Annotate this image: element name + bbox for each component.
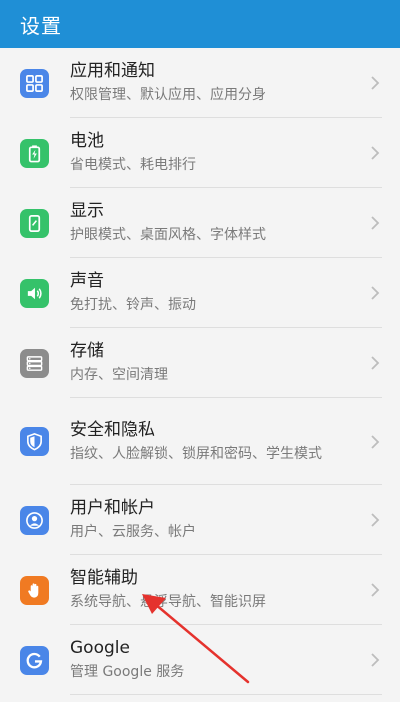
- settings-item-subtitle: 系统导航、悬浮导航、智能识屏: [70, 594, 266, 610]
- chevron-right-icon: [371, 286, 380, 300]
- settings-item-subtitle: 省电模式、耗电排行: [70, 157, 196, 173]
- display-icon: [20, 208, 49, 238]
- settings-item-apps-notifications[interactable]: 应用和通知 权限管理、默认应用、应用分身: [0, 48, 400, 118]
- chevron-right-icon: [371, 356, 380, 370]
- settings-item-users-accounts[interactable]: 用户和帐户 用户、云服务、帐户: [0, 485, 400, 555]
- settings-item-title: 安全和隐私: [70, 419, 155, 440]
- settings-item-google[interactable]: Google 管理 Google 服务: [0, 625, 400, 695]
- settings-item-title: 存储: [70, 341, 104, 361]
- battery-icon: [20, 138, 49, 168]
- chevron-right-icon: [371, 513, 380, 527]
- settings-item-title: 应用和通知: [70, 61, 155, 81]
- settings-item-title: 电池: [70, 131, 104, 151]
- speaker-icon: [20, 278, 49, 308]
- chevron-right-icon: [371, 434, 380, 449]
- settings-screen: 设置 应用和通知 权限管理、默认应用、应用分身 电池 省电模式、耗电排行 显示 …: [0, 0, 400, 702]
- apps-grid-icon: [20, 68, 49, 98]
- page-title: 设置: [20, 13, 62, 38]
- shield-icon: [20, 427, 49, 456]
- settings-item-subtitle: 护眼模式、桌面风格、字体样式: [70, 227, 266, 243]
- google-icon: [20, 645, 49, 675]
- settings-item-smart-assist[interactable]: 智能辅助 系统导航、悬浮导航、智能识屏: [0, 555, 400, 625]
- chevron-right-icon: [371, 76, 380, 90]
- settings-item-title: Google: [70, 638, 130, 658]
- storage-icon: [20, 348, 49, 378]
- chevron-right-icon: [371, 216, 380, 230]
- settings-list: 应用和通知 权限管理、默认应用、应用分身 电池 省电模式、耗电排行 显示 护眼模…: [0, 48, 400, 695]
- settings-item-display[interactable]: 显示 护眼模式、桌面风格、字体样式: [0, 188, 400, 258]
- user-icon: [20, 505, 49, 535]
- settings-item-subtitle: 权限管理、默认应用、应用分身: [70, 87, 266, 103]
- settings-item-title: 声音: [70, 271, 104, 291]
- settings-item-subtitle: 用户、云服务、帐户: [70, 524, 196, 540]
- settings-item-subtitle: 免打扰、铃声、振动: [70, 297, 196, 313]
- settings-item-subtitle: 管理 Google 服务: [70, 664, 185, 680]
- settings-item-battery[interactable]: 电池 省电模式、耗电排行: [0, 118, 400, 188]
- settings-item-security-privacy[interactable]: 安全和隐私 指纹、人脸解锁、锁屏和密码、学生模式: [0, 398, 400, 485]
- hand-icon: [20, 575, 49, 605]
- settings-item-subtitle: 指纹、人脸解锁、锁屏和密码、学生模式: [70, 445, 322, 462]
- chevron-right-icon: [371, 653, 380, 667]
- settings-item-subtitle: 内存、空间清理: [70, 367, 168, 383]
- settings-item-storage[interactable]: 存储 内存、空间清理: [0, 328, 400, 398]
- settings-item-title: 智能辅助: [70, 568, 138, 588]
- settings-item-sound[interactable]: 声音 免打扰、铃声、振动: [0, 258, 400, 328]
- app-header: 设置: [0, 0, 400, 48]
- settings-item-title: 显示: [70, 201, 104, 221]
- chevron-right-icon: [371, 583, 380, 597]
- settings-item-title: 用户和帐户: [70, 498, 155, 518]
- chevron-right-icon: [371, 146, 380, 160]
